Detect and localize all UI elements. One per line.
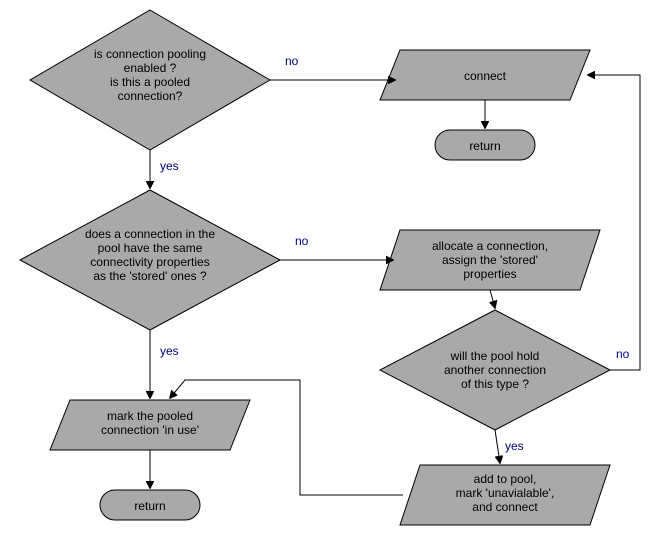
- svg-text:connect: connect: [464, 69, 507, 83]
- terminator-return-bottom: return: [100, 490, 200, 520]
- label-d1-no: no: [285, 54, 299, 68]
- svg-text:mark 'unavialable',: mark 'unavialable',: [456, 486, 555, 500]
- flowchart: is connection pooling enabled ? is this …: [0, 0, 662, 557]
- decision-pool-hold: will the pool hold another connection of…: [380, 310, 610, 430]
- edge-d3-yes: [495, 430, 500, 463]
- svg-text:return: return: [134, 499, 165, 513]
- edge-d3-no: [588, 75, 640, 370]
- svg-text:does a connection in the: does a connection in the: [85, 227, 215, 241]
- svg-text:connectivity properties: connectivity properties: [90, 255, 209, 269]
- process-allocate: allocate a connection, assign the 'store…: [380, 230, 600, 290]
- svg-text:enabled ?: enabled ?: [124, 61, 177, 75]
- label-d2-yes: yes: [160, 344, 179, 358]
- svg-text:another connection: another connection: [444, 363, 546, 377]
- svg-text:connection 'in use': connection 'in use': [101, 423, 199, 437]
- svg-text:return: return: [469, 139, 500, 153]
- svg-text:properties: properties: [463, 267, 516, 281]
- decision-pooling-enabled: is connection pooling enabled ? is this …: [30, 10, 270, 150]
- terminator-return-top: return: [435, 130, 535, 160]
- svg-text:assign the 'stored': assign the 'stored': [442, 253, 538, 267]
- svg-text:connection?: connection?: [118, 89, 183, 103]
- process-connect: connect: [380, 50, 590, 100]
- svg-text:pool have the same: pool have the same: [98, 241, 203, 255]
- edge-alloc-d3: [490, 290, 495, 308]
- svg-text:and connect: and connect: [472, 500, 538, 514]
- svg-text:of this type ?: of this type ?: [461, 377, 529, 391]
- svg-text:is this a pooled: is this a pooled: [110, 75, 190, 89]
- decision-same-properties: does a connection in the pool have the s…: [20, 190, 280, 330]
- label-d2-no: no: [295, 234, 309, 248]
- svg-text:allocate a connection,: allocate a connection,: [432, 239, 548, 253]
- process-mark-in-use: mark the pooled connection 'in use': [50, 400, 250, 450]
- label-d3-yes: yes: [505, 439, 524, 453]
- label-d3-no: no: [616, 347, 630, 361]
- svg-text:mark the pooled: mark the pooled: [107, 409, 193, 423]
- svg-text:add to pool,: add to pool,: [474, 472, 537, 486]
- svg-text:will the pool hold: will the pool hold: [450, 349, 540, 363]
- svg-text:is connection pooling: is connection pooling: [94, 47, 206, 61]
- process-add-to-pool: add to pool, mark 'unavialable', and con…: [400, 465, 610, 525]
- svg-text:as the 'stored' ones ?: as the 'stored' ones ?: [93, 269, 207, 283]
- label-d1-yes: yes: [160, 159, 179, 173]
